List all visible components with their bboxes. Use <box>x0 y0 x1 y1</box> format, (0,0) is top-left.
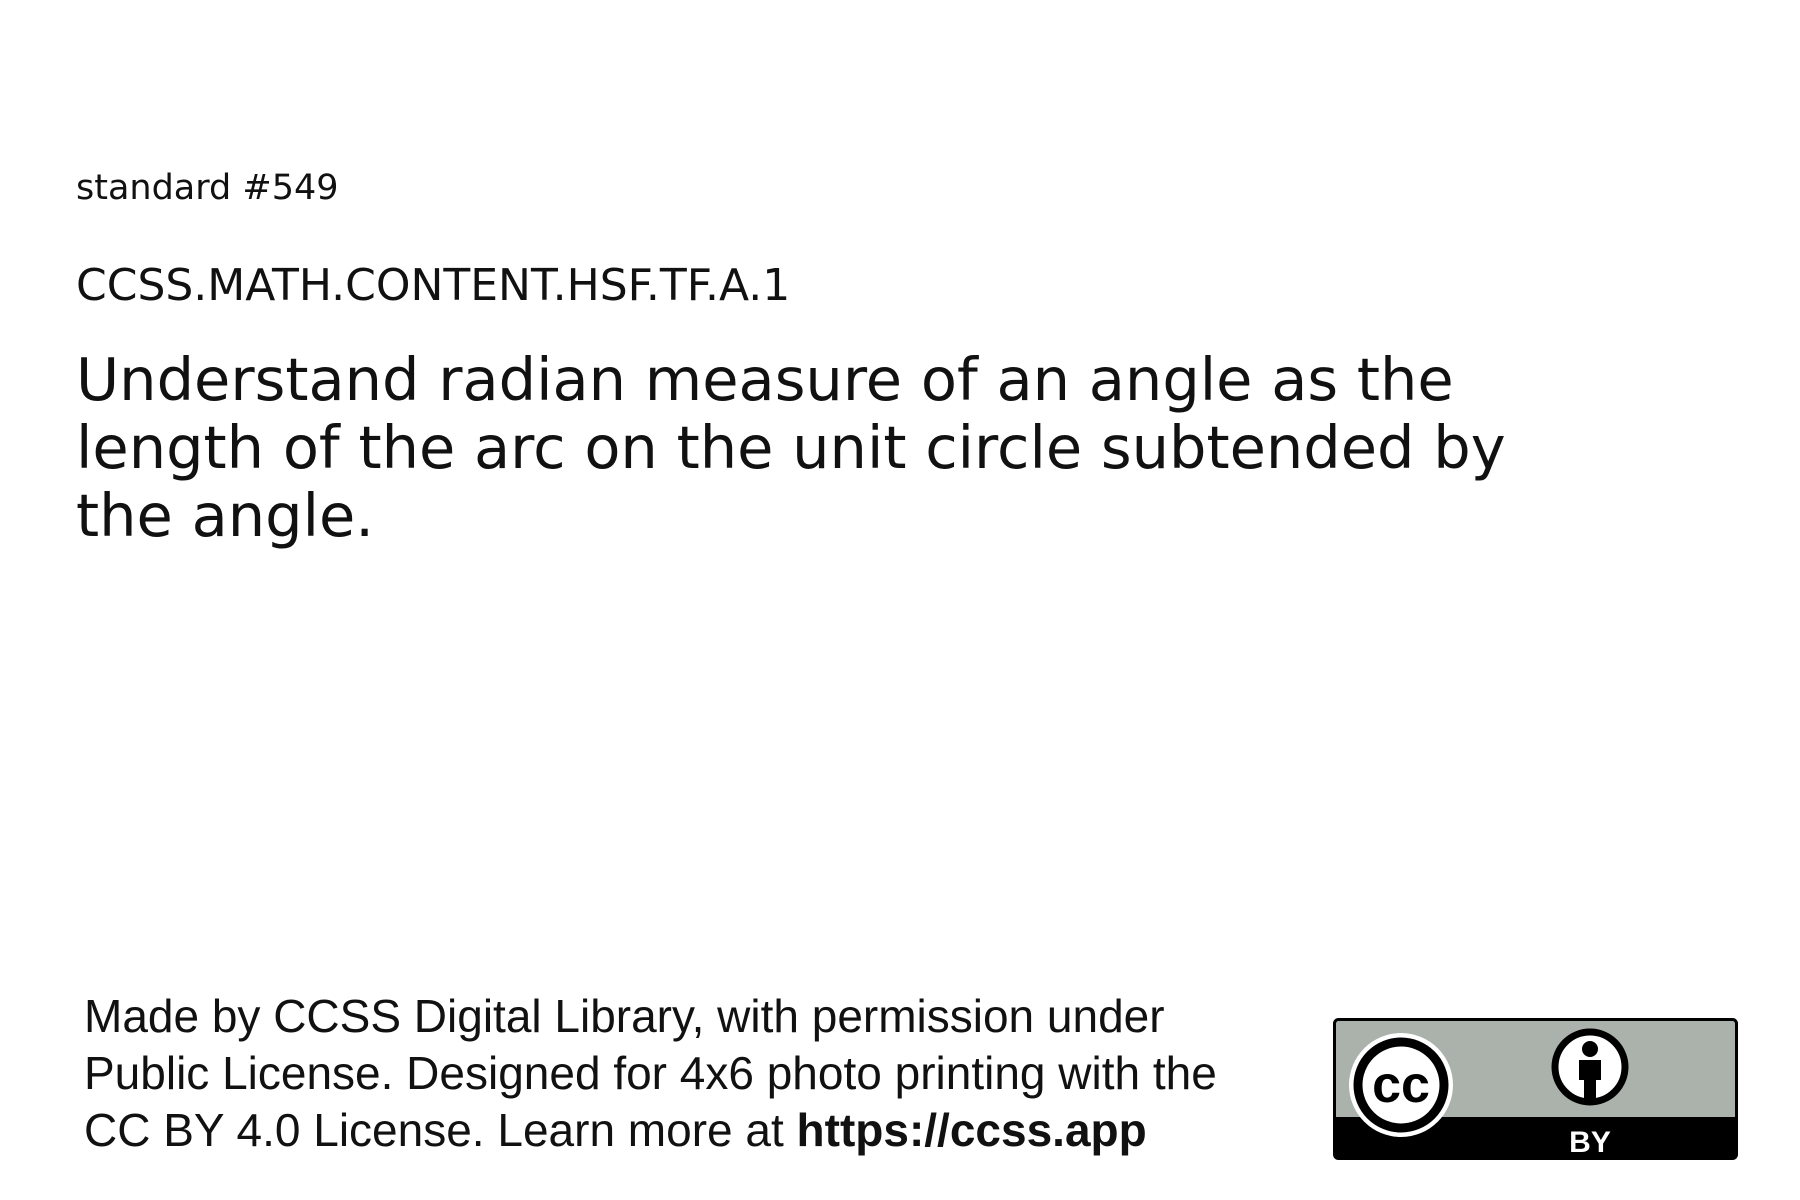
attribution-line: CC BY 4.0 License. Learn more at <box>84 1104 797 1156</box>
attribution-line: Made by CCSS Digital Library, with permi… <box>84 990 1165 1042</box>
attribution-line: Public License. Designed for 4x6 photo p… <box>84 1047 1217 1099</box>
standard-code: CCSS.MATH.CONTENT.HSF.TF.A.1 <box>76 260 791 311</box>
cc-logo-text: cc <box>1372 1056 1430 1114</box>
standard-number-label: standard #549 <box>76 168 339 208</box>
by-label: BY <box>1569 1126 1611 1159</box>
standard-statement: Understand radian measure of an angle as… <box>76 345 1506 550</box>
person-head <box>1582 1041 1598 1057</box>
cc-by-license-badge-icon: cc BY <box>1333 1018 1738 1160</box>
ccss-app-link[interactable]: https://ccss.app <box>797 1104 1147 1156</box>
attribution-text: Made by CCSS Digital Library, with permi… <box>84 988 1314 1159</box>
